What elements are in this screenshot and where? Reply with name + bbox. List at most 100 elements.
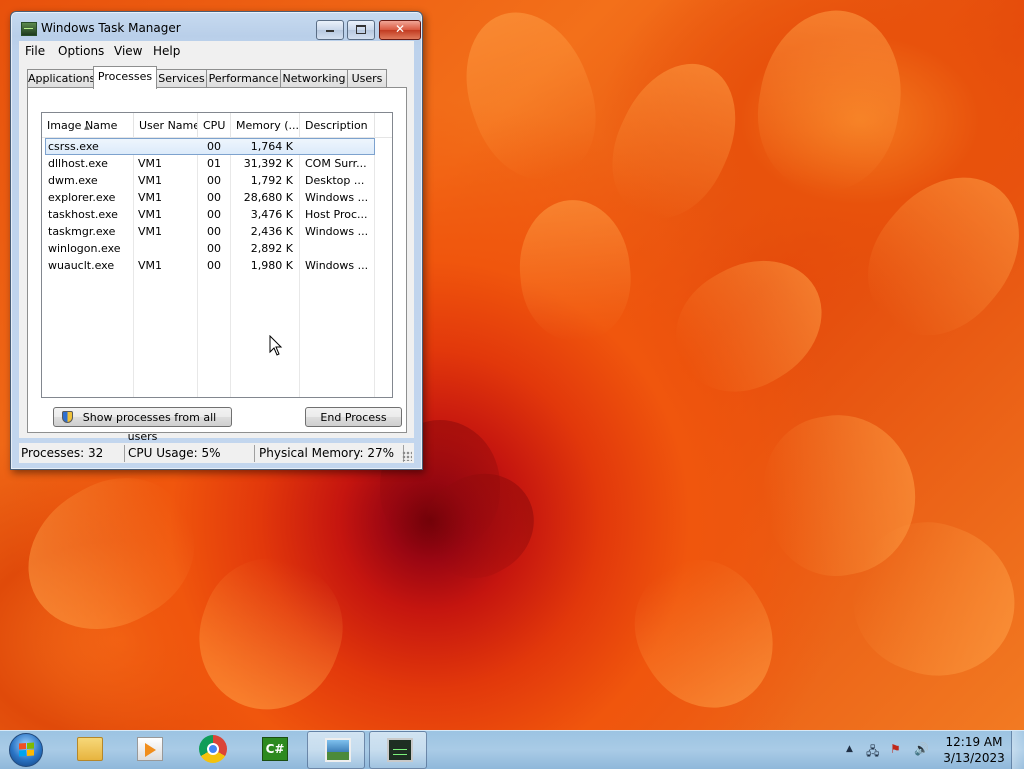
volume-icon[interactable]: 🔊 (914, 742, 929, 756)
close-icon: ✕ (394, 22, 406, 36)
menu-help[interactable]: Help (153, 44, 180, 58)
process-row[interactable]: winlogon.exe 00 2,892 K (42, 240, 375, 257)
maximize-button[interactable] (347, 20, 375, 40)
status-bar: Processes: 32 CPU Usage: 5% Physical Mem… (19, 443, 414, 463)
process-cpu-cell: 00 (207, 225, 221, 238)
column-cpu[interactable]: CPU (198, 113, 231, 137)
process-row[interactable]: csrss.exe 00 1,764 K (45, 138, 375, 155)
menu-file[interactable]: File (25, 44, 45, 58)
process-description-cell: Windows ... (305, 259, 369, 272)
menu-options[interactable]: Options (58, 44, 104, 58)
process-user-cell: VM1 (138, 225, 163, 238)
title-bar[interactable]: Windows Task Manager ✕ (11, 12, 422, 44)
process-image-cell: taskhost.exe (48, 208, 118, 221)
maximize-icon (356, 25, 366, 34)
window-title: Windows Task Manager (41, 21, 181, 35)
process-memory-cell: 3,476 K (250, 208, 293, 221)
picture-viewer-icon (325, 738, 351, 762)
tab-performance[interactable]: Performance (206, 69, 281, 88)
task-manager-window[interactable]: Windows Task Manager ✕ File Options View… (10, 11, 423, 470)
column-image-name[interactable]: ▲ Image Name (42, 113, 134, 137)
system-tray: ▲ 🖧 ⚑ 🔊 (840, 731, 940, 769)
show-hidden-icons-icon[interactable]: ▲ (846, 744, 853, 754)
process-image-cell: taskmgr.exe (48, 225, 116, 238)
process-image-cell: wuauclt.exe (48, 259, 115, 272)
status-processes: Processes: 32 (21, 446, 104, 460)
task-manager-icon (387, 738, 413, 762)
process-image-cell: explorer.exe (48, 191, 116, 204)
taskbar: C# ▲ 🖧 ⚑ 🔊 12:19 AM 3/13/2023 (0, 730, 1024, 769)
process-image-cell: winlogon.exe (48, 242, 121, 255)
process-image-cell: dllhost.exe (48, 157, 108, 170)
process-description-cell: Windows ... (305, 225, 369, 238)
media-player-icon (137, 737, 163, 761)
process-cpu-cell: 00 (207, 140, 221, 153)
process-cpu-cell: 00 (207, 259, 221, 272)
process-row[interactable]: wuauclt.exe VM1 00 1,980 K Windows ... (42, 257, 375, 274)
uac-shield-icon (62, 411, 73, 423)
status-divider (254, 445, 255, 462)
show-desktop-button[interactable] (1011, 731, 1024, 769)
menu-view[interactable]: View (114, 44, 142, 58)
csharp-project-icon: C# (262, 737, 288, 761)
taskbar-chrome[interactable] (183, 731, 241, 769)
status-memory: Physical Memory: 27% (259, 446, 395, 460)
action-center-icon[interactable]: ⚑ (890, 742, 901, 756)
process-user-cell: VM1 (138, 157, 163, 170)
task-manager-icon (21, 22, 37, 36)
process-row[interactable]: explorer.exe VM1 00 28,680 K Windows ... (42, 189, 375, 206)
windows-logo-icon (19, 742, 34, 758)
tab-applications[interactable]: Applications (27, 69, 95, 88)
process-list[interactable]: ▲ Image Name User Name CPU Memory (... D… (41, 112, 393, 398)
taskbar-task-manager[interactable] (369, 731, 427, 769)
tab-users[interactable]: Users (347, 69, 387, 88)
process-cpu-cell: 00 (207, 174, 221, 187)
process-row[interactable]: dllhost.exe VM1 01 31,392 K COM Surr... (42, 155, 375, 172)
menu-bar: File Options View Help (19, 41, 414, 61)
client-area: Applications Processes Services Performa… (19, 61, 414, 443)
clock[interactable]: 12:19 AM 3/13/2023 (938, 734, 1010, 766)
process-cpu-cell: 00 (207, 242, 221, 255)
process-description-cell: Windows ... (305, 191, 369, 204)
minimize-button[interactable] (316, 20, 344, 40)
process-description-cell: Desktop ... (305, 174, 365, 187)
status-cpu: CPU Usage: 5% (128, 446, 221, 460)
taskbar-media-player[interactable] (120, 731, 178, 769)
end-process-button[interactable]: End Process (305, 407, 402, 427)
process-memory-cell: 2,436 K (250, 225, 293, 238)
process-user-cell: VM1 (138, 174, 163, 187)
column-memory[interactable]: Memory (... (231, 113, 300, 137)
tab-processes[interactable]: Processes (93, 66, 157, 89)
sort-ascending-icon: ▲ (84, 123, 90, 131)
process-description-cell: Host Proc... (305, 208, 368, 221)
process-memory-cell: 1,764 K (250, 140, 293, 153)
process-image-cell: csrss.exe (48, 140, 99, 153)
process-cpu-cell: 01 (207, 157, 221, 170)
process-user-cell: VM1 (138, 208, 163, 221)
process-memory-cell: 31,392 K (243, 157, 293, 170)
resize-grip-icon[interactable] (402, 451, 412, 461)
process-memory-cell: 1,980 K (250, 259, 293, 272)
process-image-cell: dwm.exe (48, 174, 98, 187)
taskbar-explorer[interactable] (60, 731, 118, 769)
process-user-cell: VM1 (138, 191, 163, 204)
show-all-processes-button[interactable]: Show processes from all users (53, 407, 232, 443)
column-label: Image Name (47, 119, 118, 132)
process-row[interactable]: dwm.exe VM1 00 1,792 K Desktop ... (42, 172, 375, 189)
process-row[interactable]: taskmgr.exe VM1 00 2,436 K Windows ... (42, 223, 375, 240)
tab-networking[interactable]: Networking (280, 69, 348, 88)
taskbar-picture-viewer[interactable] (307, 731, 365, 769)
column-description[interactable]: Description (300, 113, 375, 137)
close-button[interactable]: ✕ (379, 20, 421, 40)
network-icon[interactable]: 🖧 (866, 742, 879, 763)
clock-time: 12:19 AM (945, 735, 1003, 749)
taskbar-csharp-project[interactable]: C# (245, 731, 303, 769)
process-row[interactable]: taskhost.exe VM1 00 3,476 K Host Proc... (42, 206, 375, 223)
process-cpu-cell: 00 (207, 191, 221, 204)
column-user-name[interactable]: User Name (134, 113, 198, 137)
start-button[interactable] (9, 733, 43, 767)
process-cpu-cell: 00 (207, 208, 221, 221)
process-user-cell: VM1 (138, 259, 163, 272)
clock-date: 3/13/2023 (943, 751, 1005, 765)
tab-services[interactable]: Services (156, 69, 207, 88)
